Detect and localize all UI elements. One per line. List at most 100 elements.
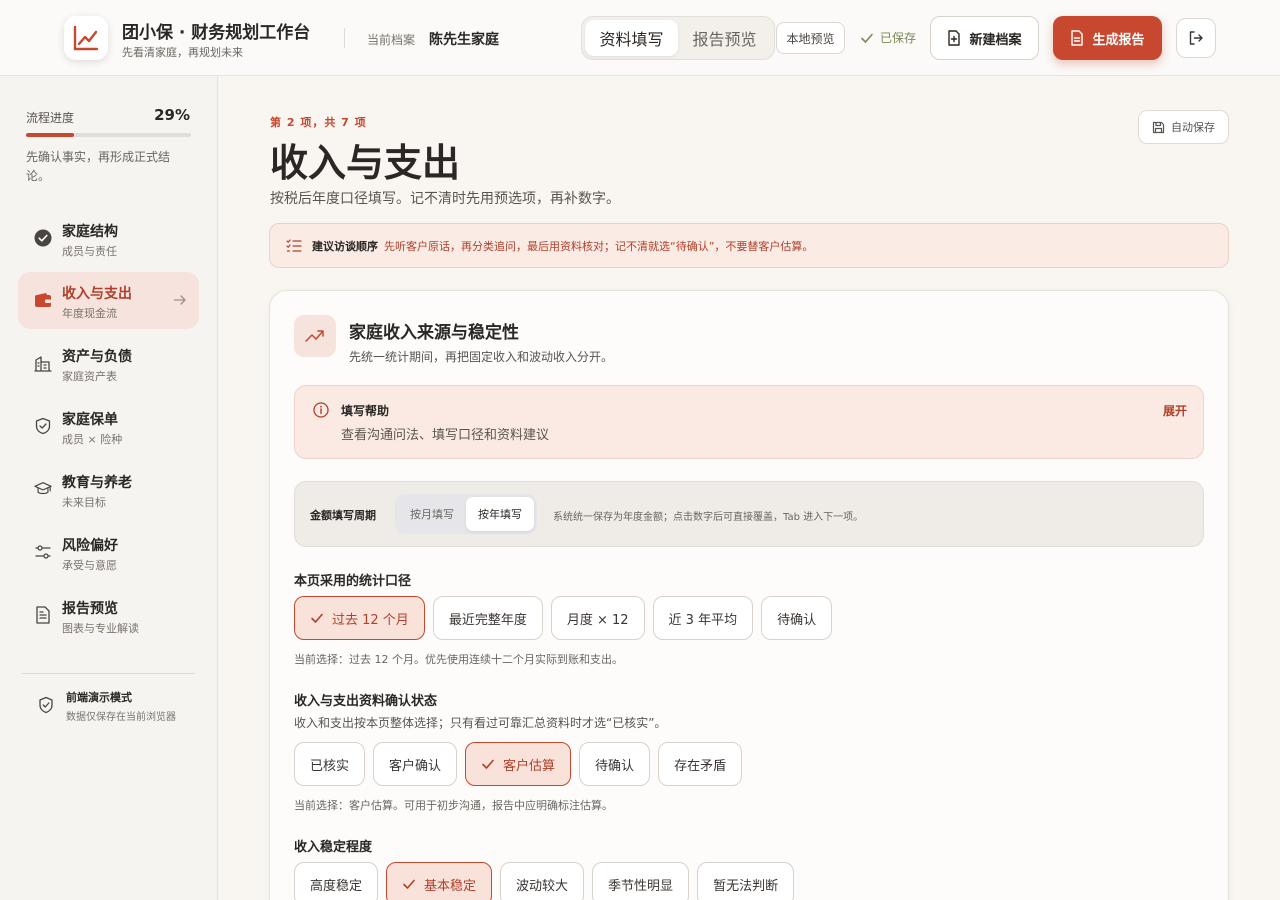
progress-label: 流程进度 — [26, 111, 75, 125]
sidebar-item-subtitle: 未来目标 — [62, 496, 106, 509]
tab-report-preview[interactable]: 报告预览 — [678, 20, 771, 56]
shield-check-icon — [34, 417, 52, 435]
sidebar-item-subtitle: 家庭资产表 — [62, 370, 117, 383]
option-chip[interactable]: 客户确认 — [373, 742, 458, 786]
option-chip[interactable]: 月度 × 12 — [550, 596, 645, 640]
check-icon — [402, 877, 416, 891]
option-chip[interactable]: 基本稳定 — [386, 862, 493, 900]
sidebar-item-title: 报告预览 — [62, 601, 118, 617]
building-icon — [34, 354, 52, 372]
page-title: 收入与支出 — [270, 141, 461, 185]
sidebar-item-family-structure[interactable]: 家庭结构 成员与责任 — [18, 210, 199, 267]
card-title: 家庭收入来源与稳定性 — [349, 323, 519, 343]
saved-status: 已保存 — [860, 29, 916, 46]
option-label: 已核实 — [310, 758, 350, 774]
option-label: 波动较大 — [516, 878, 569, 894]
sidebar-item-title: 家庭保单 — [62, 412, 118, 428]
option-label: 月度 × 12 — [566, 612, 629, 628]
option-chip[interactable]: 暂无法判断 — [697, 862, 795, 900]
progress-bar-fill — [26, 133, 74, 137]
sidebar-item-subtitle: 成员 × 险种 — [62, 433, 123, 446]
generate-report-button[interactable]: 生成报告 — [1053, 16, 1162, 60]
option-label: 近 3 年平均 — [668, 612, 738, 628]
generate-report-label: 生成报告 — [1092, 32, 1145, 48]
confirmation-status-description: 收入和支出按本页整体选择；只有看过可靠汇总资料时才选“已核实”。 — [294, 716, 667, 730]
help-panel[interactable]: 填写帮助 查看沟通问法、填写口径和资料建议 展开 — [294, 385, 1204, 459]
option-label: 客户估算 — [503, 758, 556, 774]
main-content: 第 2 项，共 7 项 收入与支出 按税后年度口径填写。记不清时先用预选项，再补… — [219, 76, 1280, 900]
option-label: 季节性明显 — [608, 878, 674, 894]
period-toggle: 按月填写 按年填写 — [395, 494, 537, 534]
autosave-label: 自动保存 — [1171, 121, 1215, 134]
new-profile-button[interactable]: 新建档案 — [930, 16, 1039, 60]
logout-button[interactable] — [1176, 18, 1216, 58]
help-expand-button[interactable]: 展开 — [1163, 402, 1187, 419]
demo-mode-title: 前端演示模式 — [66, 691, 132, 704]
sidebar-item-education-retirement[interactable]: 教育与养老 未来目标 — [18, 461, 199, 518]
graduation-cap-icon — [34, 480, 52, 498]
new-profile-label: 新建档案 — [969, 32, 1022, 48]
sidebar-item-title: 风险偏好 — [62, 538, 118, 554]
sliders-icon — [34, 543, 52, 561]
tip-heading: 建议访谈顺序 — [312, 239, 378, 253]
trend-chart-icon — [73, 25, 99, 51]
report-file-icon — [1071, 30, 1084, 46]
option-chip[interactable]: 近 3 年平均 — [652, 596, 754, 640]
shield-check-icon — [38, 696, 54, 718]
option-chip[interactable]: 已核实 — [294, 742, 366, 786]
local-preview-button[interactable]: 本地预览 — [776, 22, 845, 54]
period-label: 金额填写周期 — [310, 509, 376, 522]
profile-label: 当前档案 — [367, 33, 416, 47]
check-circle-icon — [34, 229, 52, 247]
tip-text: 先听客户原话，再分类追问，最后用资料核对；记不清就选“待确认”，不要替客户估算。 — [384, 239, 814, 253]
tab-fill-in[interactable]: 资料填写 — [585, 20, 678, 56]
sidebar-item-risk-preference[interactable]: 风险偏好 承受与意愿 — [18, 524, 199, 581]
checklist-icon — [286, 238, 302, 252]
help-title: 填写帮助 — [341, 404, 390, 418]
option-label: 暂无法判断 — [713, 878, 779, 894]
income-stability-options: 高度稳定 基本稳定 波动较大 季节性明显 暂无法判断 — [294, 862, 795, 900]
help-text: 查看沟通问法、填写口径和资料建议 — [341, 428, 550, 443]
option-chip[interactable]: 高度稳定 — [294, 862, 379, 900]
sidebar-item-assets-liabilities[interactable]: 资产与负债 家庭资产表 — [18, 335, 199, 392]
option-chip[interactable]: 波动较大 — [500, 862, 585, 900]
option-label: 高度稳定 — [310, 878, 363, 894]
option-chip[interactable]: 过去 12 个月 — [294, 596, 425, 640]
sidebar-item-subtitle: 承受与意愿 — [62, 559, 117, 572]
sidebar-item-title: 收入与支出 — [62, 286, 132, 302]
app-logo — [64, 16, 108, 60]
header-divider — [344, 28, 345, 48]
trend-up-icon — [294, 315, 336, 357]
interview-tip-banner: 建议访谈顺序 先听客户原话，再分类追问，最后用资料核对；记不清就选“待确认”，不… — [269, 223, 1229, 268]
autosave-button[interactable]: 自动保存 — [1138, 110, 1229, 144]
option-chip[interactable]: 待确认 — [579, 742, 651, 786]
progress-note: 先确认事实，再形成正式结论。 — [26, 150, 171, 183]
period-yearly-option[interactable]: 按年填写 — [466, 497, 534, 531]
confirmation-status-options: 已核实 客户确认 客户估算 待确认 存在矛盾 — [294, 742, 743, 786]
page-description: 按税后年度口径填写。记不清时先用预选项，再补数字。 — [270, 191, 620, 207]
option-chip[interactable]: 季节性明显 — [592, 862, 690, 900]
option-chip[interactable]: 存在矛盾 — [658, 742, 743, 786]
check-icon — [310, 611, 324, 625]
option-chip[interactable]: 待确认 — [761, 596, 833, 640]
card-subtitle: 先统一统计期间，再把固定收入和波动收入分开。 — [349, 350, 614, 364]
option-label: 待确认 — [777, 612, 817, 628]
option-label: 客户确认 — [389, 758, 442, 774]
statistic-basis-title: 本页采用的统计口径 — [294, 574, 412, 589]
income-stability-title: 收入稳定程度 — [294, 840, 373, 855]
sidebar-item-title: 教育与养老 — [62, 475, 132, 491]
check-icon — [481, 757, 495, 771]
option-chip[interactable]: 客户估算 — [465, 742, 572, 786]
check-icon — [861, 33, 873, 43]
option-chip[interactable]: 最近完整年度 — [432, 596, 543, 640]
progress-bar — [26, 133, 191, 137]
saved-status-label: 已保存 — [880, 31, 917, 45]
sidebar-item-subtitle: 成员与责任 — [62, 245, 117, 258]
period-monthly-option[interactable]: 按月填写 — [398, 497, 466, 531]
confirmation-status-note: 当前选择：客户估算。可用于初步沟通，报告中应明确标注估算。 — [294, 799, 613, 812]
sidebar-divider — [22, 673, 195, 674]
sidebar-item-family-policies[interactable]: 家庭保单 成员 × 险种 — [18, 398, 199, 455]
option-label: 存在矛盾 — [674, 758, 727, 774]
sidebar-item-income-expense[interactable]: 收入与支出 年度现金流 — [18, 272, 199, 329]
sidebar-item-report-preview[interactable]: 报告预览 图表与专业解读 — [18, 587, 199, 644]
